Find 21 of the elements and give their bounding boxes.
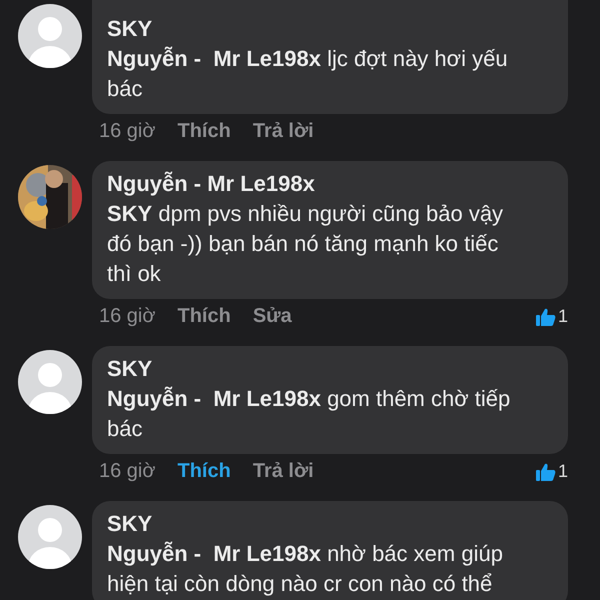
comment-time: 16 giờ <box>99 120 156 143</box>
comment-time: 16 giờ <box>99 460 156 483</box>
author-name[interactable]: SKY <box>107 14 554 44</box>
author-name[interactable]: Nguyễn - Mr Le198x <box>107 169 554 199</box>
thumbs-up-icon <box>536 462 556 480</box>
action-link[interactable]: Trả lời <box>252 120 314 143</box>
reaction-count: 1 <box>558 461 568 482</box>
comment-text: SKY dpm pvs nhiều người cũng bảo vậy đó bạn -)) bạn bán nó tăng mạnh ko tiếc thì ok <box>107 200 504 288</box>
author-name[interactable]: SKY <box>107 509 554 539</box>
comment-text: Nguyễn - Mr Le198x nhờ bác xem giúp hiện tại còn dòng nào cr con nào có thể <box>107 540 504 598</box>
comment-text: Nguyễn - Mr Le198x ljc đợt này hơi yếu bác <box>107 45 509 103</box>
reaction-count: 1 <box>558 306 568 327</box>
comment-time: 16 giờ <box>99 305 156 328</box>
like-link[interactable]: Thích <box>177 305 231 328</box>
like-link[interactable]: Thích <box>177 120 231 143</box>
action-link[interactable]: Trả lời <box>252 460 314 483</box>
thumbs-up-icon <box>536 308 556 326</box>
comment-text: Nguyễn - Mr Le198x gom thêm chờ tiếp bác <box>107 385 512 443</box>
author-name[interactable]: SKY <box>107 354 554 384</box>
action-link[interactable]: Sửa <box>252 305 292 328</box>
like-link[interactable]: Thích <box>177 460 231 483</box>
